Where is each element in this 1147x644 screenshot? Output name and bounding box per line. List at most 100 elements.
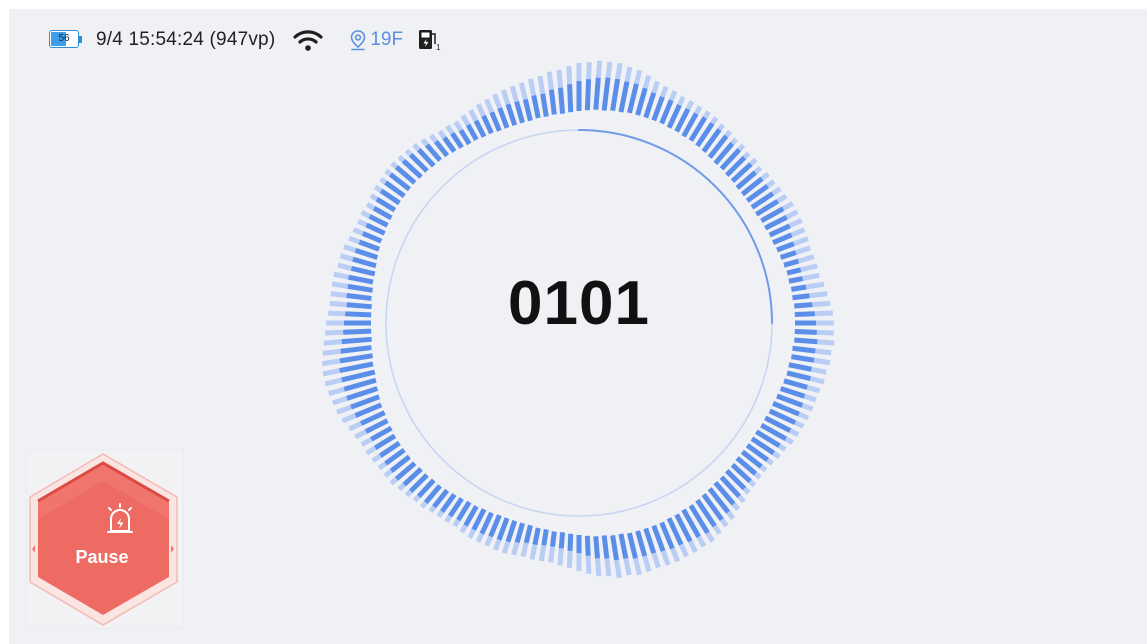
dial-tick (790, 284, 807, 292)
dial-tick-outer (660, 550, 671, 566)
dial-tick-outer (397, 154, 406, 163)
dial-tick-outer (321, 358, 341, 367)
dial-tick-outer (460, 114, 471, 127)
dial-tick-outer (453, 120, 464, 132)
dial-tick-outer (788, 218, 803, 229)
dial-tick (505, 520, 518, 543)
dial-tick (465, 123, 479, 141)
dial-tick-outer (789, 428, 800, 437)
dial-tick-outer (813, 357, 831, 366)
dial-tick-outer (537, 75, 546, 95)
dial-tick-outer (501, 540, 511, 554)
dial-tick-outer (694, 105, 703, 115)
dial-tick (783, 378, 808, 390)
dial-tick-outer (428, 505, 437, 514)
dial-tick-outer (529, 544, 538, 560)
dial-tick-outer (323, 339, 342, 346)
dial-tick (557, 87, 566, 114)
pause-button[interactable]: Pause (26, 449, 184, 629)
dial-tick-outer (817, 339, 835, 346)
dial-tick-outer (404, 489, 413, 498)
dial-tick-outer (360, 437, 373, 447)
dial-tick-outer (737, 143, 746, 152)
dial-tick (643, 527, 657, 554)
dial-tick (345, 311, 372, 318)
dial-tick-outer (731, 502, 741, 511)
dial-tick (497, 107, 510, 129)
dial-tick-outer (322, 348, 341, 356)
dial-tick-outer (604, 558, 612, 577)
dial-tick (626, 532, 638, 559)
dial-tick-outer (331, 396, 348, 406)
dial-tick-outer (705, 531, 715, 543)
dial-tick (618, 533, 629, 559)
dial-tick-outer (742, 151, 751, 160)
dial-tick-outer (812, 300, 831, 308)
dial-tick-outer (365, 202, 376, 211)
dial-tick-outer (800, 263, 818, 273)
dial-tick-outer (412, 494, 421, 503)
dial-tick-outer (605, 61, 613, 79)
dial-tick-outer (677, 95, 686, 107)
dial-tick (792, 345, 816, 354)
dial-tick (434, 140, 450, 158)
dial-tick-outer (797, 411, 810, 421)
dial-tick (651, 524, 666, 552)
dial-tick-outer (389, 476, 399, 486)
dial-tick-outer (467, 528, 476, 539)
dial-tick-outer (702, 110, 711, 119)
dial-tick (558, 532, 566, 549)
dial-tick (635, 87, 648, 116)
dial-tick-outer (670, 547, 681, 563)
dial-tick (618, 81, 630, 113)
dial-tick-outer (339, 253, 354, 262)
dial-tick-outer (712, 524, 722, 535)
dial-tick-outer (429, 133, 438, 144)
dial-tick-outer (379, 176, 388, 185)
dial-tick-outer (633, 69, 643, 85)
dial-tick-outer (615, 62, 623, 80)
dial-tick (792, 293, 810, 301)
dial-tick (361, 231, 383, 244)
dial-tick-outer (766, 179, 776, 189)
dial-tick (489, 111, 502, 132)
dial-tick (347, 283, 373, 293)
dial-tick-outer (797, 254, 815, 264)
dial-tick-outer (651, 552, 661, 569)
dial-tick-outer (753, 471, 762, 480)
dial-tick (522, 98, 533, 122)
dial-tick-outer (352, 227, 364, 236)
dial-tick-outer (815, 348, 832, 356)
dial-tick (550, 531, 557, 547)
dial-tick-outer (785, 209, 799, 220)
dial-tick-outer (766, 457, 774, 466)
dial-tick (341, 369, 376, 383)
dial-tick (531, 94, 541, 119)
dial-tick-outer (337, 262, 353, 271)
dial-tick (481, 114, 494, 135)
dial-tick-outer (404, 148, 413, 157)
dial-tick-outer (412, 142, 421, 152)
dial-tick-outer (324, 377, 343, 387)
dial-tick-outer (805, 281, 825, 290)
dial-tick-outer (651, 80, 660, 94)
dial-tick (659, 99, 674, 125)
alarm-lightning-icon (107, 503, 133, 533)
dial-tick-outer (678, 543, 689, 558)
dial-tick (488, 514, 502, 538)
dial-tick (340, 345, 372, 354)
dial-tick-outer (369, 193, 379, 202)
dial-tick-outer (753, 165, 763, 175)
dial-tick (788, 362, 812, 372)
dial-tick-outer (371, 453, 382, 463)
dial-tick (643, 92, 657, 119)
dial-tick-outer (737, 494, 746, 504)
dial-tick (567, 533, 574, 551)
dial-tick-outer (436, 510, 445, 518)
dial-tick-outer (325, 329, 344, 336)
dial-tick (584, 535, 591, 556)
dial-tick-outer (614, 559, 622, 579)
dial-tick-outer (586, 62, 592, 80)
dial-tick-outer (437, 129, 447, 140)
dial-tick-outer (348, 421, 363, 432)
